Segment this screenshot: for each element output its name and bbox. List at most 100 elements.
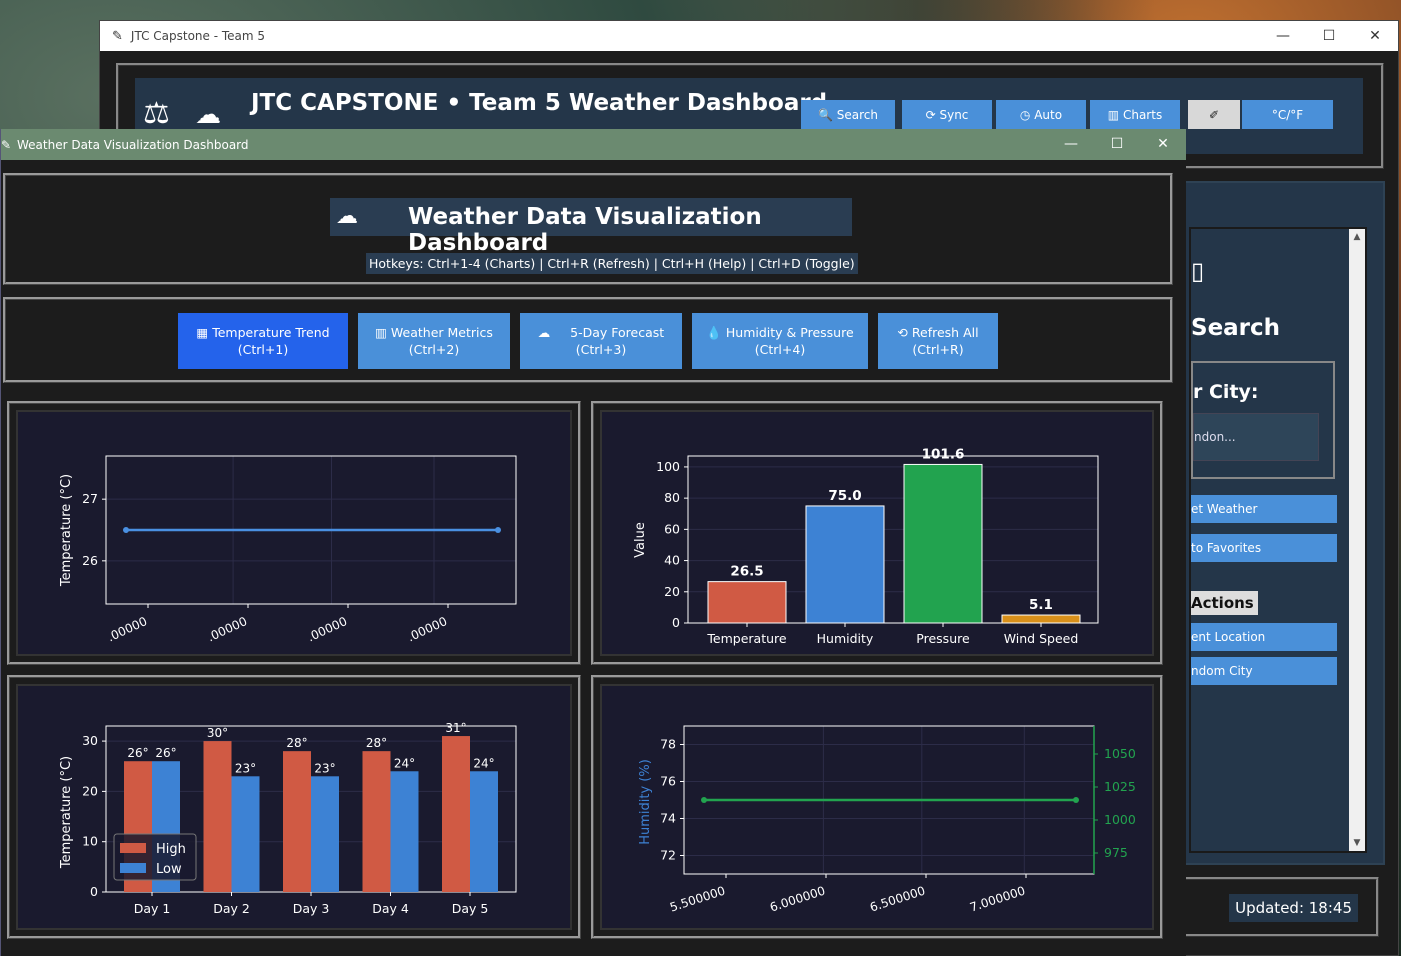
tab-weather-metrics[interactable]: ▥ Weather Metrics (Ctrl+2) (358, 313, 510, 369)
tab-temperature-trend[interactable]: ▦ Temperature Trend (Ctrl+1) (178, 313, 348, 369)
search-sidebar-scroll: ▯ Search r City: ndon... et Weather to F… (1189, 227, 1367, 853)
main-window-title: JTC Capstone - Team 5 (130, 29, 266, 43)
close-icon[interactable]: ✕ (1352, 21, 1398, 51)
maximize-icon[interactable]: ☐ (1094, 129, 1140, 159)
sidebar-scrollbar[interactable]: ▲ ▼ (1349, 229, 1365, 851)
forecast-high-label: 28° (366, 736, 387, 750)
random-city-button[interactable]: ndom City (1191, 657, 1337, 685)
metrics-bar (707, 581, 787, 624)
charts-button[interactable]: ▥ Charts (1090, 100, 1180, 129)
temp-trend-point (495, 527, 501, 533)
temp-trend-xtick-label: .00000 (105, 614, 149, 644)
forecast-panel: 0 10 20 30 Temperature (°C) 26° 26° Day 1 30° 23°… (7, 675, 581, 939)
chart-icon: ▦ (196, 325, 209, 340)
temp-trend-xtick-label: .00000 (305, 614, 349, 644)
city-input[interactable]: ndon... (1193, 413, 1319, 461)
weather-metrics-svg: 0 20 40 60 80 100 Value 26.5 Temperature 75.0 Humi… (633, 446, 1099, 646)
humidity-pressure-svg: 72 74 76 78 Humidity (%) 1050 1025 1000 975 5.500… (638, 725, 1136, 915)
forecast-legend-low-swatch (120, 863, 146, 873)
metrics-ytick-label: 60 (664, 521, 680, 536)
feather-icon: ✎ (112, 28, 123, 44)
auto-button[interactable]: ◷ Auto (996, 100, 1086, 129)
forecast-legend-low-label: Low (156, 862, 182, 877)
forecast-legend-high-swatch (120, 843, 146, 853)
scales-icon: ⚖ (143, 96, 170, 131)
metrics-value-label: 26.5 (730, 564, 763, 580)
humidity-pressure-panel: 72 74 76 78 Humidity (%) 1050 1025 1000 975 5.500… (591, 675, 1163, 939)
tab-5-day-forecast[interactable]: ☁ 5-Day Forecast (Ctrl+3) (520, 313, 682, 369)
units-toggle-button[interactable]: °C/°F (1242, 100, 1333, 129)
temp-trend-ytick-label: 26 (82, 553, 98, 568)
forecast-high-label: 28° (286, 736, 307, 750)
humidity-ytick-label: 78 (660, 737, 676, 752)
forecast-ylabel: Temperature (°C) (59, 756, 74, 869)
humidity-ytick-label: 76 (660, 774, 676, 789)
cloud-sun-icon: ☁ (537, 325, 551, 340)
get-weather-button[interactable]: et Weather (1191, 495, 1337, 523)
main-window-titlebar[interactable]: ✎ JTC Capstone - Team 5 (100, 21, 1398, 51)
viz-title-chip: ☁ Weather Data Visualization Dashboard (330, 198, 852, 256)
temp-trend-xtick-label: .00000 (205, 614, 249, 644)
metrics-ytick-label: 80 (664, 490, 680, 505)
humidity-point (1073, 797, 1079, 803)
scroll-up-icon[interactable]: ▲ (1349, 229, 1365, 245)
forecast-high-bar (283, 751, 311, 892)
forecast-high-label: 31° (445, 721, 466, 735)
close-icon[interactable]: ✕ (1140, 129, 1186, 159)
humidity-xtick-label: 6.500000 (868, 884, 927, 915)
theme-toggle-button[interactable]: ✐ (1188, 100, 1240, 129)
pressure-ytick-label: 1025 (1104, 779, 1136, 794)
temp-trend-ytick-label: 27 (82, 491, 98, 506)
viz-header-title: Weather Data Visualization Dashboard (408, 204, 762, 256)
temperature-trend-svg: 26 27 Temperature (°C) .00000 .00000 .00000 .0… (59, 455, 517, 644)
forecast-low-label: 24° (394, 756, 415, 770)
metrics-bar (1001, 614, 1081, 624)
forecast-low-bar (231, 776, 260, 892)
maximize-icon[interactable]: ☐ (1306, 21, 1352, 51)
metrics-xtick-label: Pressure (916, 631, 970, 646)
main-header-title: JTC CAPSTONE • Team 5 Weather Dashboard (251, 90, 828, 116)
scroll-down-icon[interactable]: ▼ (1349, 835, 1365, 851)
metrics-xtick-label: Humidity (817, 631, 874, 646)
clipboard-icon: ▯ (1191, 257, 1205, 285)
metrics-value-label: 75.0 (828, 488, 861, 504)
search-button[interactable]: 🔍 Search (801, 100, 895, 129)
metrics-ytick-label: 0 (672, 615, 680, 630)
forecast-ytick-label: 30 (82, 733, 98, 748)
forecast-legend-high-label: High (156, 842, 186, 857)
chart-tabs-panel: ▦ Temperature Trend (Ctrl+1) ▥ Weather M… (3, 297, 1173, 383)
search-icon: 🔍 (817, 107, 833, 122)
forecast-ytick-label: 20 (82, 783, 98, 798)
add-favorites-button[interactable]: to Favorites (1191, 534, 1337, 562)
minimize-icon[interactable]: — (1260, 21, 1306, 51)
metrics-bar (805, 505, 885, 624)
updated-time: Updated: 18:45 (1229, 894, 1358, 922)
city-input-frame: r City: ndon... (1191, 361, 1335, 479)
feather-icon: ✎ (1, 137, 12, 152)
forecast-xtick-label: Day 1 (134, 901, 171, 916)
status-footer: Updated: 18:45 (1183, 877, 1379, 937)
forecast-xtick-label: Day 5 (452, 901, 489, 916)
tab-refresh-all[interactable]: ⟲ Refresh All (Ctrl+R) (878, 313, 998, 369)
humidity-point (701, 797, 707, 803)
forecast-low-bar (470, 771, 498, 892)
forecast-high-label: 26° (127, 746, 148, 760)
humidity-pressure-chart: 72 74 76 78 Humidity (%) 1050 1025 1000 975 5.500… (600, 684, 1154, 930)
sync-button[interactable]: ⟳ Sync (902, 100, 992, 129)
sidebar-heading: Search (1191, 315, 1281, 341)
humidity-ytick-label: 74 (660, 811, 676, 826)
visualization-window: ✎ Weather Data Visualization Dashboard —… (0, 129, 1186, 956)
viz-window-titlebar[interactable]: ✎ Weather Data Visualization Dashboard —… (1, 129, 1186, 160)
minimize-icon[interactable]: — (1048, 129, 1094, 159)
current-location-button[interactable]: ent Location (1191, 623, 1337, 651)
tab-humidity-pressure[interactable]: 💧 Humidity & Pressure (Ctrl+4) (692, 313, 868, 369)
humidity-xtick-label: 7.000000 (968, 884, 1027, 915)
sync-icon: ⟳ (925, 107, 936, 122)
forecast-xtick-label: Day 4 (372, 901, 409, 916)
metrics-ylabel: Value (633, 522, 648, 558)
humidity-ytick-label: 72 (660, 848, 676, 863)
metrics-bar (903, 463, 983, 624)
weather-metrics-panel: 0 20 40 60 80 100 Value 26.5 Temperature 75.0 Humi… (591, 401, 1163, 665)
forecast-high-bar (362, 751, 391, 892)
forecast-svg: 0 10 20 30 Temperature (°C) 26° 26° Day 1 30° 23°… (59, 721, 517, 916)
